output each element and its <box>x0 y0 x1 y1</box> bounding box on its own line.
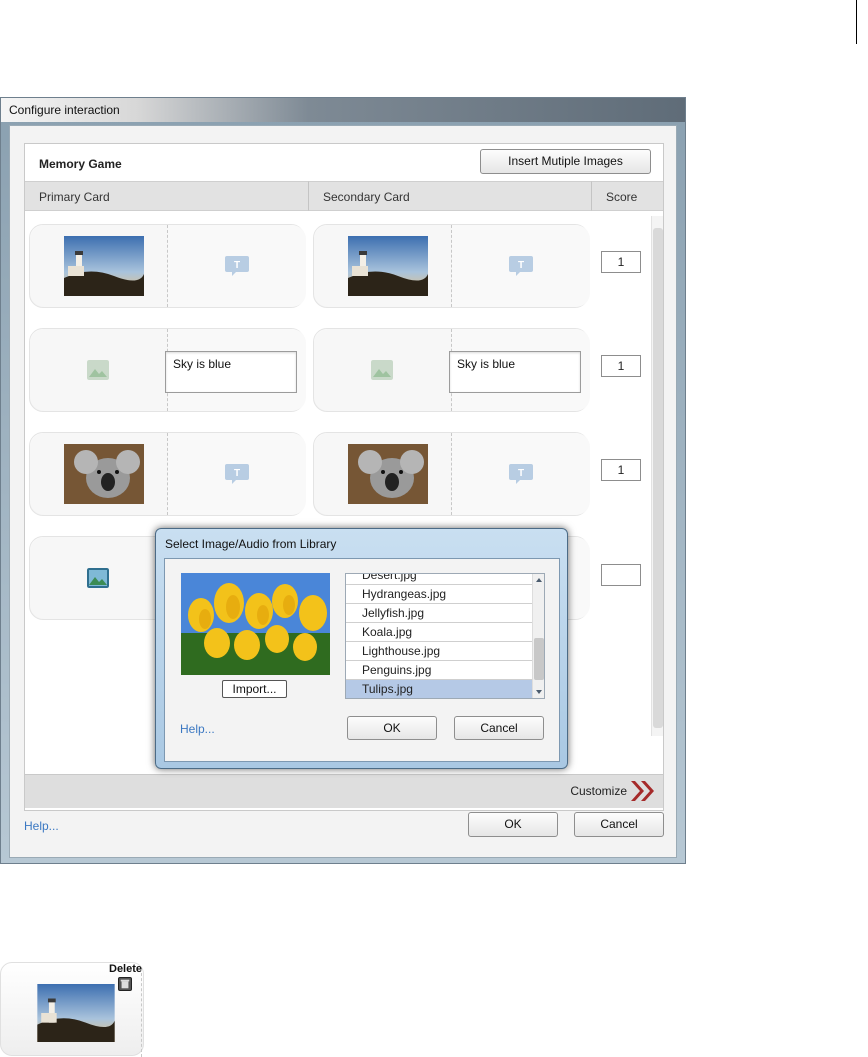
text-bubble-icon: T <box>225 464 249 484</box>
list-item[interactable]: Jellyfish.jpg <box>346 604 534 623</box>
score-input-row-1[interactable]: 1 <box>601 251 641 273</box>
score-input-row-3[interactable]: 1 <box>601 459 641 481</box>
list-item[interactable]: Penguins.jpg <box>346 661 534 680</box>
file-list-scrollbar-thumb[interactable] <box>534 638 544 680</box>
card-image-slot[interactable] <box>314 433 452 515</box>
modal-title: Select Image/Audio from Library <box>165 537 337 551</box>
card-text-field[interactable]: Sky is blue <box>165 351 297 393</box>
column-header-primary-card: Primary Card <box>25 181 309 211</box>
modal-ok-button[interactable]: OK <box>347 716 437 740</box>
panel-title: Memory Game <box>39 157 122 171</box>
card-text-slot[interactable]: T <box>168 225 306 307</box>
secondary-card-row-3[interactable]: T <box>313 432 590 516</box>
primary-card-row-3[interactable]: T <box>29 432 306 516</box>
double-chevron-right-icon[interactable] <box>629 778 657 804</box>
modal-body: Import... Desert.jpg Hydrangeas.jpg Jell… <box>164 558 560 762</box>
secondary-card-row-2[interactable]: Sky is blue <box>313 328 590 412</box>
score-input-row-4[interactable] <box>601 564 641 586</box>
card-text-field[interactable]: Sky is blue <box>449 351 581 393</box>
card-image-slot[interactable] <box>30 433 168 515</box>
customize-link[interactable]: Customize <box>570 784 627 798</box>
card-image-slot[interactable] <box>30 225 168 307</box>
card-text-slot[interactable]: Sky is blue <box>165 329 306 411</box>
card-text-slot[interactable]: T <box>452 225 590 307</box>
svg-text:T: T <box>518 468 524 479</box>
card-text-slot[interactable]: Sky is blue <box>449 329 590 411</box>
svg-text:T: T <box>234 260 240 271</box>
scroll-up-arrow-icon[interactable] <box>536 578 542 582</box>
list-item[interactable]: Hydrangeas.jpg <box>346 585 534 604</box>
column-header-score: Score <box>592 181 663 211</box>
import-button[interactable]: Import... <box>222 680 287 698</box>
delete-label: Delete <box>109 963 143 975</box>
dialog-cancel-button[interactable]: Cancel <box>574 812 664 837</box>
list-item[interactable]: Desert.jpg <box>346 574 534 585</box>
dialog-help-link[interactable]: Help... <box>24 819 59 833</box>
dialog-ok-button[interactable]: OK <box>468 812 558 837</box>
modal-help-link[interactable]: Help... <box>180 722 215 736</box>
lighthouse-image <box>37 984 115 1042</box>
lighthouse-image <box>64 236 144 296</box>
card-divider <box>141 973 142 1057</box>
koala-image <box>348 444 428 504</box>
card-image-slot[interactable] <box>30 329 168 411</box>
primary-card-row-2[interactable]: Sky is blue <box>29 328 306 412</box>
panel-footer-bar: Customize <box>25 774 663 808</box>
image-placeholder-icon <box>371 360 393 380</box>
rows-scrollbar-thumb[interactable] <box>653 228 663 728</box>
list-item[interactable]: Koala.jpg <box>346 623 534 642</box>
card-image-slot[interactable] <box>314 329 452 411</box>
modal-cancel-button[interactable]: Cancel <box>454 716 544 740</box>
page-margin-rule <box>856 0 857 44</box>
insert-multiple-images-button[interactable]: Insert Mutiple Images <box>480 149 651 174</box>
svg-text:T: T <box>234 468 240 479</box>
card-text-slot[interactable]: T <box>168 433 306 515</box>
dialog-title: Configure interaction <box>1 98 685 122</box>
svg-text:T: T <box>518 260 524 271</box>
card-image-slot[interactable] <box>30 537 168 619</box>
file-list-scrollbar[interactable] <box>532 574 544 698</box>
score-input-row-2[interactable]: 1 <box>601 355 641 377</box>
lighthouse-image <box>348 236 428 296</box>
text-bubble-icon: T <box>225 256 249 276</box>
text-bubble-icon: T <box>509 256 533 276</box>
select-library-modal: Select Image/Audio from Library Import..… <box>155 528 568 769</box>
card-image-slot[interactable] <box>314 225 452 307</box>
column-header-secondary-card: Secondary Card <box>309 181 592 211</box>
list-item[interactable]: Lighthouse.jpg <box>346 642 534 661</box>
scroll-down-arrow-icon[interactable] <box>536 690 542 694</box>
image-placeholder-icon <box>87 360 109 380</box>
primary-card-row-1[interactable]: T <box>29 224 306 308</box>
rows-scrollbar[interactable] <box>651 216 663 736</box>
list-item-selected[interactable]: Tulips.jpg <box>346 680 534 698</box>
library-file-list[interactable]: Desert.jpg Hydrangeas.jpg Jellyfish.jpg … <box>345 573 545 699</box>
secondary-card-row-1[interactable]: T <box>313 224 590 308</box>
koala-image <box>64 444 144 504</box>
image-placeholder-icon <box>87 568 109 588</box>
tulips-preview-image <box>181 573 330 675</box>
card-text-slot[interactable]: T <box>452 433 590 515</box>
trash-icon[interactable] <box>118 977 132 991</box>
text-bubble-icon: T <box>509 464 533 484</box>
